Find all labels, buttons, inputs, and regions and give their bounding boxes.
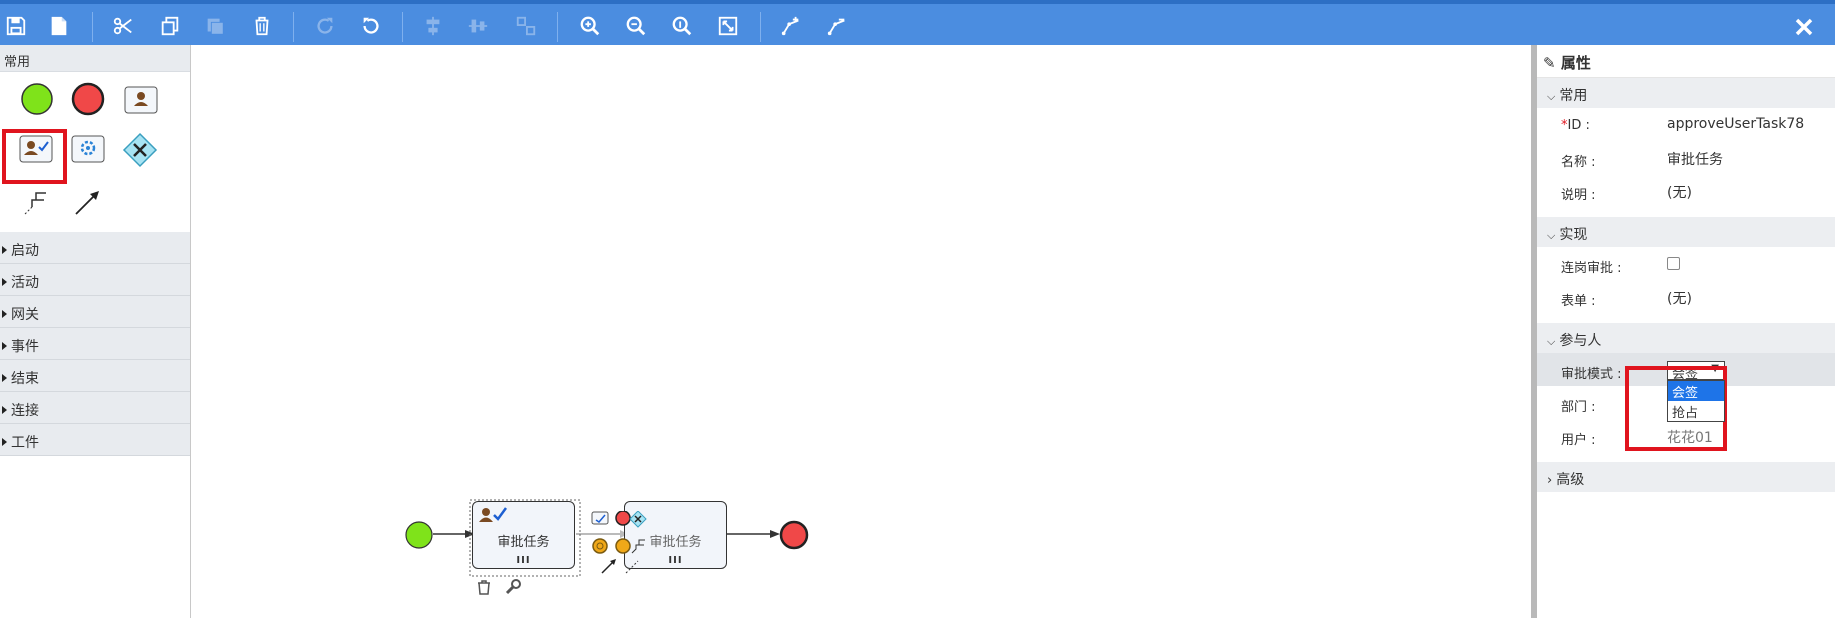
id-value[interactable]: approveUserTask78 [1667,116,1804,132]
chevron-right-icon: › [1547,473,1553,488]
paste-icon[interactable] [203,14,227,38]
end-event-icon[interactable] [71,82,105,120]
append-timer-icon[interactable] [592,538,608,554]
append-intermediate-icon[interactable] [615,538,631,554]
approve-task-icon [479,507,507,522]
sequence-flow-icon[interactable] [73,187,103,221]
diagram-connections [433,499,780,577]
cut-icon[interactable] [111,14,135,38]
align-horizontal-icon[interactable] [421,14,445,38]
properties-panel: ✎ 属性 ⌵ 常用 *ID : approveUserTask78 名称 : 审批… [1531,45,1835,618]
zoom-actual-icon[interactable] [670,14,694,38]
connector-icon[interactable] [22,187,52,221]
remove-bendpoint-icon[interactable] [825,14,849,38]
close-icon[interactable] [1793,16,1815,38]
append-association-icon[interactable] [625,560,639,574]
new-file-icon[interactable] [47,14,71,38]
zoom-in-icon[interactable] [578,14,602,38]
align-vertical-icon[interactable] [466,14,490,38]
row-consecutive-approval: 连岗审批 : [1537,247,1835,280]
category-connection[interactable]: 连接 [0,392,190,424]
category-end[interactable]: 结束 [0,360,190,392]
form-value[interactable]: (无) [1667,288,1692,308]
start-event[interactable] [405,521,433,553]
consecutive-approval-checkbox[interactable] [1667,257,1680,270]
palette: 常用 启动 活动 网关 事件 结束 连接 工件 [0,45,191,618]
category-artifact[interactable]: 工件 [0,424,190,456]
append-gateway-icon[interactable] [629,511,647,528]
row-name: 名称 : 审批任务 [1537,141,1835,174]
append-connector-icon[interactable] [631,539,645,554]
delete-icon[interactable] [476,579,492,599]
save-icon[interactable] [4,14,28,38]
category-start[interactable]: 启动 [0,232,190,264]
diagram-canvas[interactable]: 审批任务 III 审批任务 III [192,45,1532,618]
end-event[interactable] [779,520,809,554]
fit-screen-icon[interactable] [716,14,740,38]
name-value[interactable]: 审批任务 [1667,149,1723,169]
category-activity[interactable]: 活动 [0,264,190,296]
append-task-icon[interactable] [591,511,609,525]
section-general[interactable]: ⌵ 常用 [1537,78,1835,108]
option-countersign[interactable]: 会签 [1668,381,1724,401]
copy-icon[interactable] [158,14,182,38]
option-preempt[interactable]: 抢占 [1668,401,1724,421]
section-implementation[interactable]: ⌵ 实现 [1537,217,1835,247]
palette-header: 常用 [0,45,190,72]
user-task-icon[interactable] [124,86,158,118]
row-id: *ID : approveUserTask78 [1561,116,1805,133]
add-bendpoint-icon[interactable] [779,14,803,38]
approval-mode-dropdown: 会签 抢占 [1667,380,1725,422]
context-pad [591,511,647,574]
row-form: 表单 : (无) [1537,280,1835,313]
multi-instance-marker: III [516,555,531,566]
toolbar [0,0,1835,45]
connect-flow-icon[interactable] [601,559,616,574]
undo-icon[interactable] [359,14,383,38]
same-size-icon[interactable] [514,14,538,38]
append-end-icon[interactable] [615,511,631,526]
chevron-down-icon: ⌵ [1547,335,1556,348]
delete-icon[interactable] [250,14,274,38]
chevron-down-icon: ⌵ [1547,229,1556,242]
category-gateway[interactable]: 网关 [0,296,190,328]
row-description: 说明 : (无) [1537,174,1835,207]
section-advanced[interactable]: › 高级 [1537,462,1835,492]
properties-title: ✎ 属性 [1537,45,1835,78]
task-label: 审批任务 [497,535,550,550]
wrench-icon[interactable] [505,579,521,599]
description-value[interactable]: (无) [1667,182,1692,202]
start-event-icon[interactable] [20,82,54,120]
zoom-out-icon[interactable] [624,14,648,38]
exclusive-gateway-icon[interactable] [122,132,158,172]
approve-task-1[interactable]: 审批任务 III [472,501,575,569]
chevron-down-icon: ⌵ [1547,90,1556,103]
redo-icon[interactable] [313,14,337,38]
highlight-box [2,129,67,184]
pencil-icon: ✎ [1543,54,1556,72]
category-event[interactable]: 事件 [0,328,190,360]
service-task-icon[interactable] [71,135,105,167]
section-participants[interactable]: ⌵ 参与人 [1537,323,1835,353]
